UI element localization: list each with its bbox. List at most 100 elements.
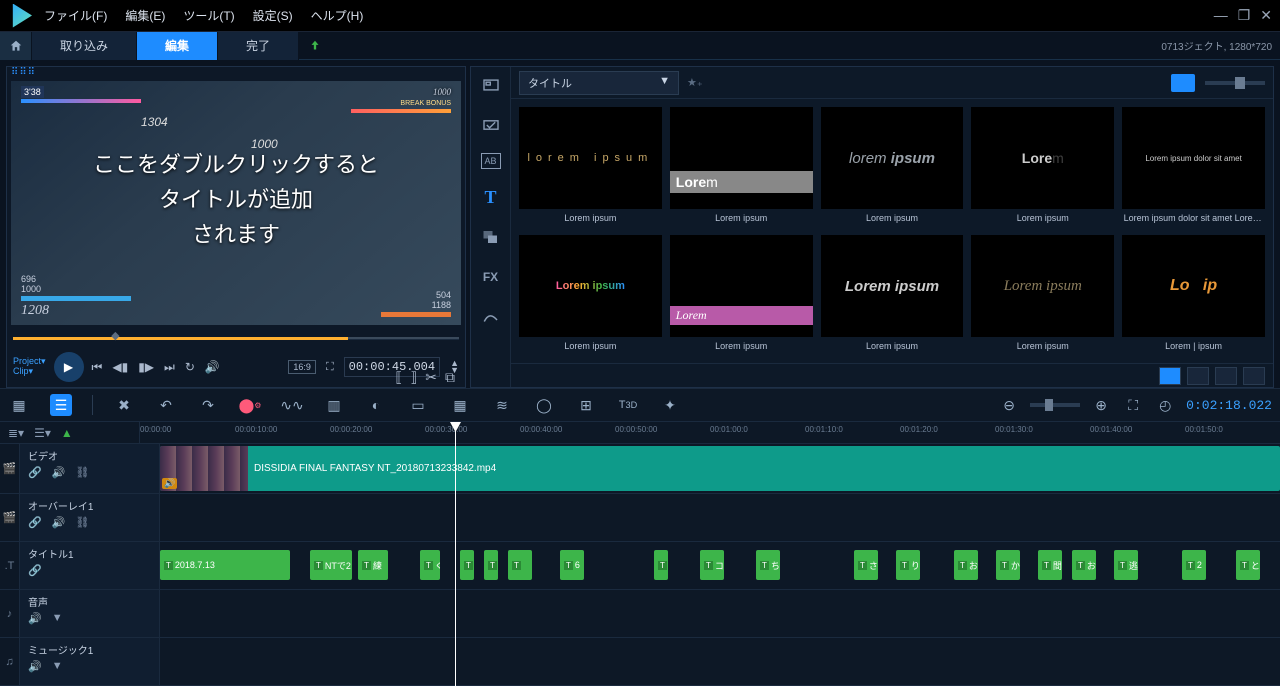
music-lane[interactable] bbox=[160, 638, 1280, 685]
view-mode-c-button[interactable] bbox=[1215, 367, 1237, 385]
category-dropdown[interactable]: タイトル▼ bbox=[519, 71, 679, 95]
video-clip[interactable]: DISSIDIA FINAL FANTASY NT_20180713233842… bbox=[160, 446, 1280, 491]
title-lane[interactable]: T2018.7.13TNTで2T練TくTTTT6TTコTちTさTりTおTかT間T… bbox=[160, 542, 1280, 589]
title-clip[interactable]: Tく bbox=[420, 550, 440, 580]
title-clip[interactable]: Tさ bbox=[854, 550, 878, 580]
mute-icon[interactable]: 🔊 bbox=[28, 660, 42, 673]
zoom-in-icon[interactable]: ⊕ bbox=[1090, 394, 1112, 416]
video-lane[interactable]: DISSIDIA FINAL FANTASY NT_20180713233842… bbox=[160, 444, 1280, 493]
fit-icon[interactable]: ⛶ bbox=[1122, 394, 1144, 416]
menu-help[interactable]: ヘルプ(H) bbox=[311, 7, 364, 24]
step-back-icon[interactable]: ◀▮ bbox=[112, 360, 128, 375]
timeline-view-icon[interactable]: ☰ bbox=[50, 394, 72, 416]
title-icon[interactable]: T bbox=[479, 185, 503, 209]
track-height-icon[interactable]: ☰▾ bbox=[34, 426, 51, 440]
loop-icon[interactable]: ↻ bbox=[185, 360, 195, 375]
storyboard-view-icon[interactable]: ▦ bbox=[8, 394, 30, 416]
edit-button[interactable] bbox=[1243, 367, 1265, 385]
library-item[interactable]: LoremLorem ipsum bbox=[670, 107, 813, 227]
library-item[interactable]: Lorem ipsum dolor sit ametLorem ipsum do… bbox=[1122, 107, 1265, 227]
mask-icon[interactable]: ✦ bbox=[659, 394, 681, 416]
tab-finish[interactable]: 完了 bbox=[218, 32, 299, 60]
title-clip[interactable]: T bbox=[654, 550, 668, 580]
view-mode-b-button[interactable] bbox=[1187, 367, 1209, 385]
undo-icon[interactable]: ↶ bbox=[155, 394, 177, 416]
mark-out-icon[interactable]: ⟧ bbox=[410, 369, 417, 386]
collapse-icon[interactable]: ▲ bbox=[61, 426, 73, 440]
minimize-icon[interactable]: ― bbox=[1214, 7, 1228, 24]
grid-icon[interactable]: ▦ bbox=[449, 394, 471, 416]
library-item[interactable]: Lorem ipsumLorem ipsum bbox=[821, 235, 964, 355]
speed-icon[interactable]: ≋ bbox=[491, 394, 513, 416]
title-clip[interactable]: T逃 bbox=[1114, 550, 1138, 580]
title-clip[interactable]: Tと bbox=[1236, 550, 1260, 580]
step-fwd-icon[interactable]: ▮▶ bbox=[138, 360, 154, 375]
title-clip[interactable]: T bbox=[460, 550, 474, 580]
title-clip[interactable]: T間 bbox=[1038, 550, 1062, 580]
mute-icon[interactable]: 🔊 bbox=[52, 516, 66, 529]
preview-scrubber[interactable]: ◆ bbox=[13, 331, 459, 345]
audio-lane[interactable] bbox=[160, 590, 1280, 637]
title-clip[interactable]: Tコ bbox=[700, 550, 724, 580]
redo-icon[interactable]: ↷ bbox=[197, 394, 219, 416]
crop-icon[interactable]: ⧉ bbox=[445, 369, 455, 386]
3d-title-icon[interactable]: T3D bbox=[617, 394, 639, 416]
path-icon[interactable] bbox=[479, 305, 503, 329]
upload-icon[interactable] bbox=[299, 39, 331, 53]
play-button[interactable]: ▶ bbox=[54, 352, 84, 382]
title-clip[interactable]: T2018.7.13 bbox=[160, 550, 290, 580]
home-icon[interactable] bbox=[0, 32, 32, 60]
fx-icon[interactable]: FX bbox=[479, 265, 503, 289]
thumbnail-view-button[interactable] bbox=[1171, 74, 1195, 92]
menu-tool[interactable]: ツール(T) bbox=[183, 7, 234, 24]
caption-icon[interactable]: AB bbox=[481, 153, 501, 169]
library-item[interactable]: lorem ipsumLorem ipsum bbox=[519, 107, 662, 227]
title-clip[interactable]: T2 bbox=[1182, 550, 1206, 580]
timeline-timecode[interactable]: 0:02:18.022 bbox=[1186, 398, 1272, 413]
timeline-ruler[interactable]: ≣▾ ☰▾ ▲ 00:00:0000:00:10:0000:00:20:0000… bbox=[0, 422, 1280, 444]
go-end-icon[interactable]: ⏭ bbox=[164, 360, 175, 375]
close-icon[interactable]: ✕ bbox=[1260, 7, 1272, 24]
library-item[interactable]: LoremLorem ipsum bbox=[971, 107, 1114, 227]
playhead[interactable] bbox=[455, 422, 456, 686]
title-clip[interactable]: T bbox=[508, 550, 532, 580]
mark-in-icon[interactable]: ⟦ bbox=[395, 369, 402, 386]
mute-icon[interactable]: 🔊 bbox=[28, 612, 42, 625]
title-clip[interactable]: Tお bbox=[1072, 550, 1096, 580]
lock-icon[interactable]: ⛓ bbox=[75, 466, 89, 479]
clip-mode-label[interactable]: Clip▾ bbox=[13, 367, 46, 377]
mixer-icon[interactable]: ∿∿ bbox=[281, 394, 303, 416]
track-motion-icon[interactable]: ◯ bbox=[533, 394, 555, 416]
menu-file[interactable]: ファイル(F) bbox=[44, 7, 107, 24]
motion-icon[interactable]: ◐ bbox=[365, 394, 387, 416]
track-options-icon[interactable]: ≣▾ bbox=[8, 426, 24, 440]
library-item[interactable]: LoremLorem ipsum bbox=[670, 235, 813, 355]
link-icon[interactable]: 🔗 bbox=[28, 466, 42, 479]
tools-icon[interactable]: ✖ bbox=[113, 394, 135, 416]
record-icon[interactable]: ⬤⚙ bbox=[239, 394, 261, 416]
overlay-icon[interactable] bbox=[479, 225, 503, 249]
subtitle-icon[interactable]: ▭ bbox=[407, 394, 429, 416]
template-icon[interactable] bbox=[479, 113, 503, 137]
link-icon[interactable]: 🔗 bbox=[28, 564, 42, 577]
tab-import[interactable]: 取り込み bbox=[32, 32, 137, 60]
marker-tool-icon[interactable]: ▥ bbox=[323, 394, 345, 416]
title-clip[interactable]: T bbox=[484, 550, 498, 580]
split-icon[interactable]: ✂ bbox=[425, 369, 437, 386]
thumbnail-size-slider[interactable] bbox=[1205, 81, 1265, 85]
title-clip[interactable]: T6 bbox=[560, 550, 584, 580]
media-icon[interactable] bbox=[479, 73, 503, 97]
title-clip[interactable]: Tか bbox=[996, 550, 1020, 580]
view-mode-a-button[interactable] bbox=[1159, 367, 1181, 385]
title-clip[interactable]: Tち bbox=[756, 550, 780, 580]
library-item[interactable]: Lo ipLorem | ipsum bbox=[1122, 235, 1265, 355]
preview-viewport[interactable]: 3'38 1000 BREAK BONUS 1304 1000 ここをダブルクリ… bbox=[11, 81, 461, 325]
overlay-lane[interactable] bbox=[160, 494, 1280, 541]
menu-settings[interactable]: 設定(S) bbox=[253, 7, 293, 24]
chevron-down-icon[interactable]: ▼ bbox=[52, 660, 63, 673]
title-clip[interactable]: TNTで2 bbox=[310, 550, 352, 580]
link-icon[interactable]: 🔗 bbox=[28, 516, 42, 529]
library-item[interactable]: Lorem ipsumLorem ipsum bbox=[971, 235, 1114, 355]
panel-grip-icon[interactable]: ⠿⠿⠿ bbox=[7, 67, 465, 77]
zoom-slider[interactable] bbox=[1030, 403, 1080, 407]
